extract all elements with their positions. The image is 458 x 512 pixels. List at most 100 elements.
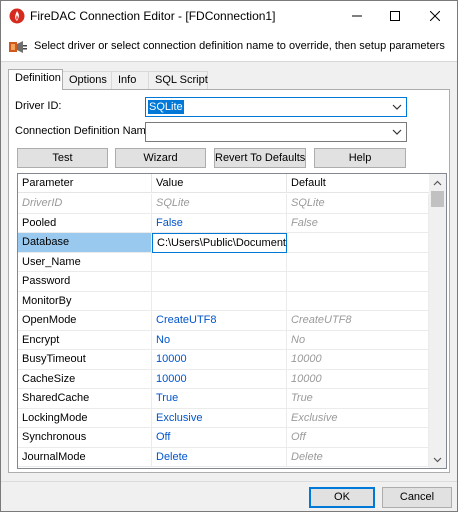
table-row[interactable]: OpenMode CreateUTF8 CreateUTF8 (18, 311, 429, 331)
driver-id-value: SQLite (148, 100, 184, 114)
value-cell[interactable]: CreateUTF8 (152, 311, 287, 331)
table-row[interactable]: Encrypt No No (18, 330, 429, 350)
scroll-thumb[interactable] (431, 191, 444, 207)
parameter-cell[interactable]: DriverID (18, 194, 152, 214)
chevron-up-icon (433, 180, 442, 185)
parameter-cell[interactable]: LockingMode (18, 408, 152, 428)
wizard-button[interactable]: Wizard (115, 148, 206, 168)
grid-rows: DriverID SQLite SQLite Pooled False False Data… (18, 194, 429, 467)
parameter-cell[interactable]: JournalMode (18, 447, 152, 467)
default-cell: SQLite (287, 194, 429, 214)
maximize-icon (390, 10, 400, 21)
value-cell[interactable] (152, 252, 287, 272)
default-cell: Exclusive (287, 408, 429, 428)
table-row[interactable]: Synchronous Off Off (18, 428, 429, 448)
revert-to-defaults-button[interactable]: Revert To Defaults (214, 148, 306, 168)
cancel-button[interactable]: Cancel (382, 487, 452, 508)
help-button[interactable]: Help (314, 148, 406, 168)
parameter-cell[interactable]: CacheSize (18, 369, 152, 389)
value-cell[interactable]: No (152, 330, 287, 350)
default-cell: Delete (287, 447, 429, 467)
table-row[interactable]: MonitorBy (18, 291, 429, 311)
value-cell-editor[interactable]: C:\Users\Public\Documents\E (152, 233, 287, 253)
definition-panel: Driver ID: SQLite Connection Definition … (8, 89, 450, 473)
scroll-down-button[interactable] (429, 451, 446, 468)
table-row[interactable]: CacheSize 10000 10000 (18, 369, 429, 389)
connection-definition-value (148, 125, 150, 139)
default-cell: No (287, 330, 429, 350)
parameter-cell[interactable]: SharedCache (18, 389, 152, 409)
parameters-grid[interactable]: Parameter Value Default DriverID SQLite SQ… (17, 173, 447, 469)
value-cell[interactable]: Delete (152, 447, 287, 467)
default-cell (287, 252, 429, 272)
table-row[interactable]: BusyTimeout 10000 10000 (18, 350, 429, 370)
grid-vertical-scrollbar[interactable] (429, 174, 446, 468)
table-row[interactable]: Pooled False False (18, 213, 429, 233)
tab-definition[interactable]: Definition (8, 69, 63, 90)
footer-divider (1, 481, 457, 482)
value-cell[interactable]: False (152, 213, 287, 233)
table-row[interactable]: DatabaseC:\Users\Public\Documents\E (18, 233, 429, 253)
parameter-cell[interactable]: User_Name (18, 252, 152, 272)
parameter-cell[interactable]: Pooled (18, 213, 152, 233)
column-header-default[interactable]: Default (287, 174, 429, 193)
value-cell[interactable] (152, 291, 287, 311)
connection-definition-label: Connection Definition Name: (15, 125, 156, 137)
value-cell[interactable]: 10000 (152, 369, 287, 389)
default-cell: CreateUTF8 (287, 311, 429, 331)
minimize-button[interactable] (337, 1, 377, 30)
default-cell: Off (287, 428, 429, 448)
parameter-cell[interactable]: Database (18, 233, 152, 253)
firedac-flame-icon (9, 8, 25, 24)
driver-id-combo[interactable]: SQLite (145, 97, 407, 117)
title-bar: FireDAC Connection Editor - [FDConnectio… (1, 1, 457, 30)
chevron-down-icon (392, 104, 402, 110)
ok-button[interactable]: OK (309, 487, 375, 508)
value-cell[interactable]: Off (152, 428, 287, 448)
column-header-parameter[interactable]: Parameter (18, 174, 152, 193)
instruction-text: Select driver or select connection defin… (34, 40, 445, 52)
parameter-cell[interactable]: Encrypt (18, 330, 152, 350)
test-button[interactable]: Test (17, 148, 108, 168)
parameter-cell[interactable]: Synchronous (18, 428, 152, 448)
chevron-down-icon (392, 129, 402, 135)
default-cell: True (287, 389, 429, 409)
parameter-cell[interactable]: Password (18, 272, 152, 292)
driver-plug-icon (8, 38, 28, 56)
value-cell[interactable]: True (152, 389, 287, 409)
close-icon (430, 10, 440, 21)
tab-info[interactable]: Info (111, 71, 149, 90)
window-title: FireDAC Connection Editor - [FDConnectio… (30, 9, 276, 23)
instruction-header: Select driver or select connection defin… (1, 30, 457, 62)
driver-id-label: Driver ID: (15, 100, 62, 112)
value-cell[interactable]: 10000 (152, 350, 287, 370)
table-row[interactable]: JournalMode Delete Delete (18, 447, 429, 467)
minimize-icon (352, 15, 362, 16)
connection-editor-window: FireDAC Connection Editor - [FDConnectio… (0, 0, 458, 512)
connection-definition-combo[interactable] (145, 122, 407, 142)
default-cell (287, 272, 429, 292)
scroll-up-button[interactable] (429, 174, 446, 191)
column-header-value[interactable]: Value (152, 174, 287, 193)
default-cell (287, 233, 429, 253)
parameter-cell[interactable]: MonitorBy (18, 291, 152, 311)
value-cell[interactable]: SQLite (152, 194, 287, 214)
value-cell[interactable] (152, 272, 287, 292)
table-row[interactable]: SharedCache True True (18, 389, 429, 409)
tab-options[interactable]: Options (62, 71, 112, 90)
value-cell[interactable]: Exclusive (152, 408, 287, 428)
close-button[interactable] (415, 1, 455, 30)
table-row[interactable]: Password (18, 272, 429, 292)
maximize-button[interactable] (375, 1, 415, 30)
parameter-cell[interactable]: OpenMode (18, 311, 152, 331)
grid-header: Parameter Value Default (18, 174, 429, 193)
tab-sql-script[interactable]: SQL Script (148, 71, 208, 90)
parameter-cell[interactable]: BusyTimeout (18, 350, 152, 370)
table-row[interactable]: LockingMode Exclusive Exclusive (18, 408, 429, 428)
default-cell: False (287, 213, 429, 233)
default-cell (287, 291, 429, 311)
chevron-down-icon (433, 457, 442, 462)
default-cell: 10000 (287, 369, 429, 389)
table-row[interactable]: DriverID SQLite SQLite (18, 194, 429, 214)
table-row[interactable]: User_Name (18, 252, 429, 272)
